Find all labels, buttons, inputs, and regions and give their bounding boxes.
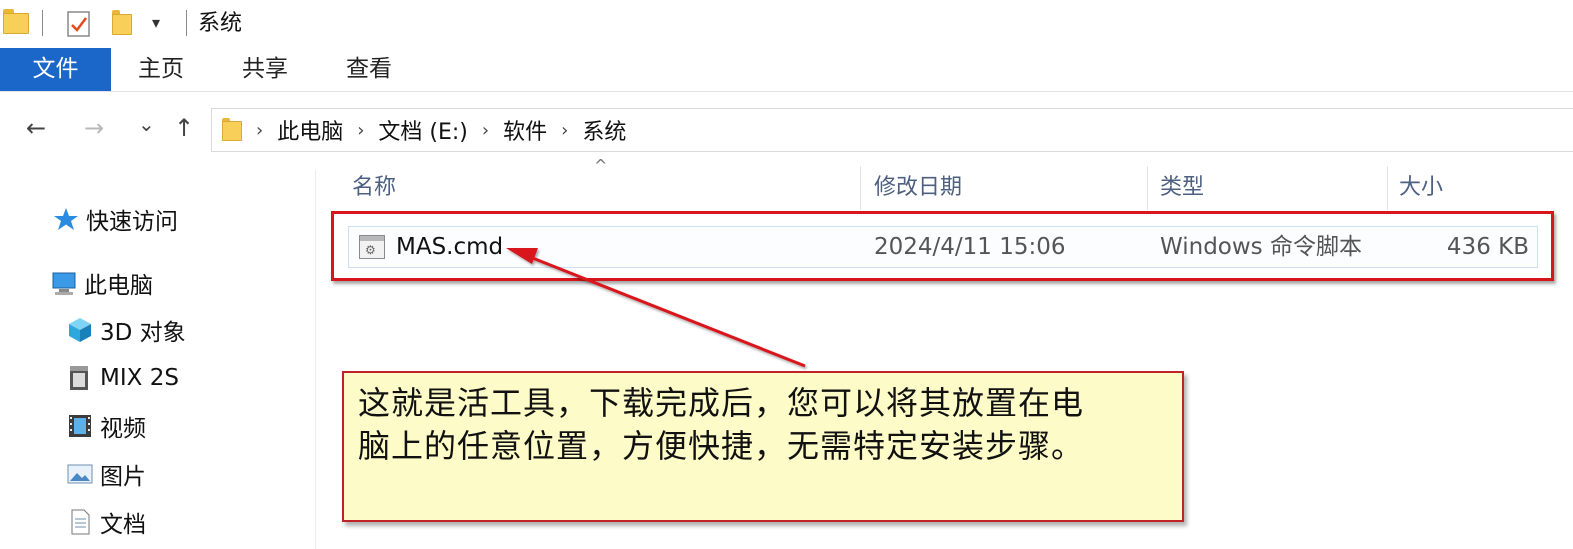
chevron-right-icon[interactable]: › [256, 120, 263, 141]
sidebar-item-documents[interactable]: 文档 [66, 505, 146, 539]
sidebar-item-label: 文档 [100, 512, 146, 538]
column-divider[interactable] [860, 166, 861, 210]
toolbar-separator [186, 10, 187, 36]
forward-arrow-icon[interactable]: → [84, 114, 104, 142]
column-header-modified[interactable]: 修改日期 [874, 166, 962, 210]
sidebar-item-videos[interactable]: 视频 [66, 409, 146, 443]
customize-dropdown-icon[interactable]: ▾ [152, 10, 160, 36]
chevron-right-icon[interactable]: › [357, 120, 364, 141]
document-icon [71, 509, 90, 535]
column-header-size[interactable]: 大小 [1399, 166, 1443, 210]
computer-icon [52, 272, 76, 295]
column-header-type[interactable]: 类型 [1160, 166, 1204, 210]
sidebar-item-this-pc[interactable]: 此电脑 [50, 266, 153, 300]
sidebar-item-3d-objects[interactable]: 3D 对象 [66, 313, 186, 347]
cube-3d-icon [69, 318, 91, 342]
up-arrow-icon[interactable]: ↑ [174, 114, 194, 142]
properties-checklist-icon[interactable] [66, 10, 92, 38]
address-bar[interactable]: › 此电脑 › 文档 (E:) › 软件 › 系统 [211, 108, 1573, 152]
new-folder-icon[interactable] [112, 10, 132, 36]
breadcrumb-software[interactable]: 软件 [503, 114, 547, 146]
breadcrumb-documents-drive[interactable]: 文档 (E:) [378, 114, 467, 146]
chevron-right-icon[interactable]: › [561, 120, 568, 141]
folder-icon [3, 9, 29, 35]
sidebar-item-label: MIX 2S [100, 365, 179, 391]
recent-locations-icon[interactable]: ⌄ [138, 110, 155, 138]
sidebar-item-label: 图片 [100, 464, 146, 490]
back-arrow-icon[interactable]: ← [26, 114, 46, 142]
breadcrumb-system[interactable]: 系统 [582, 114, 626, 146]
sidebar-item-label: 此电脑 [84, 273, 153, 299]
chevron-right-icon[interactable]: › [482, 120, 489, 141]
column-divider[interactable] [1147, 166, 1148, 210]
sidebar-item-label: 3D 对象 [100, 320, 186, 346]
film-icon [69, 415, 91, 437]
tab-view[interactable]: 查看 [346, 48, 392, 91]
callout-line-2: 脑上的任意位置，方便快捷，无需特定安装步骤。 [358, 427, 1085, 465]
callout-line-1: 这就是活工具，下载完成后，您可以将其放置在电 [358, 384, 1085, 422]
phone-device-icon [70, 366, 88, 390]
annotation-highlight-box [331, 211, 1554, 281]
title-bar: ▾ 系统 [0, 0, 1573, 48]
navigation-pane: 快速访问 此电脑 3D 对象 MIX 2S 视频 图片 文档 [0, 170, 316, 549]
column-header-name[interactable]: 名称 [352, 166, 396, 210]
star-icon [54, 208, 78, 230]
sort-indicator-icon: ^ [594, 156, 608, 175]
window-title: 系统 [198, 11, 243, 36]
sidebar-item-quick-access[interactable]: 快速访问 [52, 202, 178, 236]
folder-icon [222, 118, 242, 142]
sidebar-item-mix-2s[interactable]: MIX 2S [66, 361, 179, 395]
ribbon: 文件 主页 共享 查看 [0, 48, 1573, 92]
annotation-callout: 这就是活工具，下载完成后，您可以将其放置在电 脑上的任意位置，方便快捷，无需特定… [342, 371, 1184, 522]
breadcrumb-this-pc[interactable]: 此电脑 [277, 114, 343, 146]
sidebar-item-pictures[interactable]: 图片 [66, 457, 146, 491]
tab-file[interactable]: 文件 [0, 48, 111, 91]
column-divider[interactable] [1387, 166, 1388, 210]
picture-icon [67, 464, 93, 484]
navigation-bar: ← → ⌄ ↑ › 此电脑 › 文档 (E:) › 软件 › 系统 [0, 102, 1573, 154]
toolbar-separator [42, 10, 43, 36]
sidebar-item-label: 快速访问 [86, 209, 178, 235]
sidebar-item-label: 视频 [100, 416, 146, 442]
tab-home[interactable]: 主页 [138, 48, 184, 91]
tab-share[interactable]: 共享 [242, 48, 288, 91]
